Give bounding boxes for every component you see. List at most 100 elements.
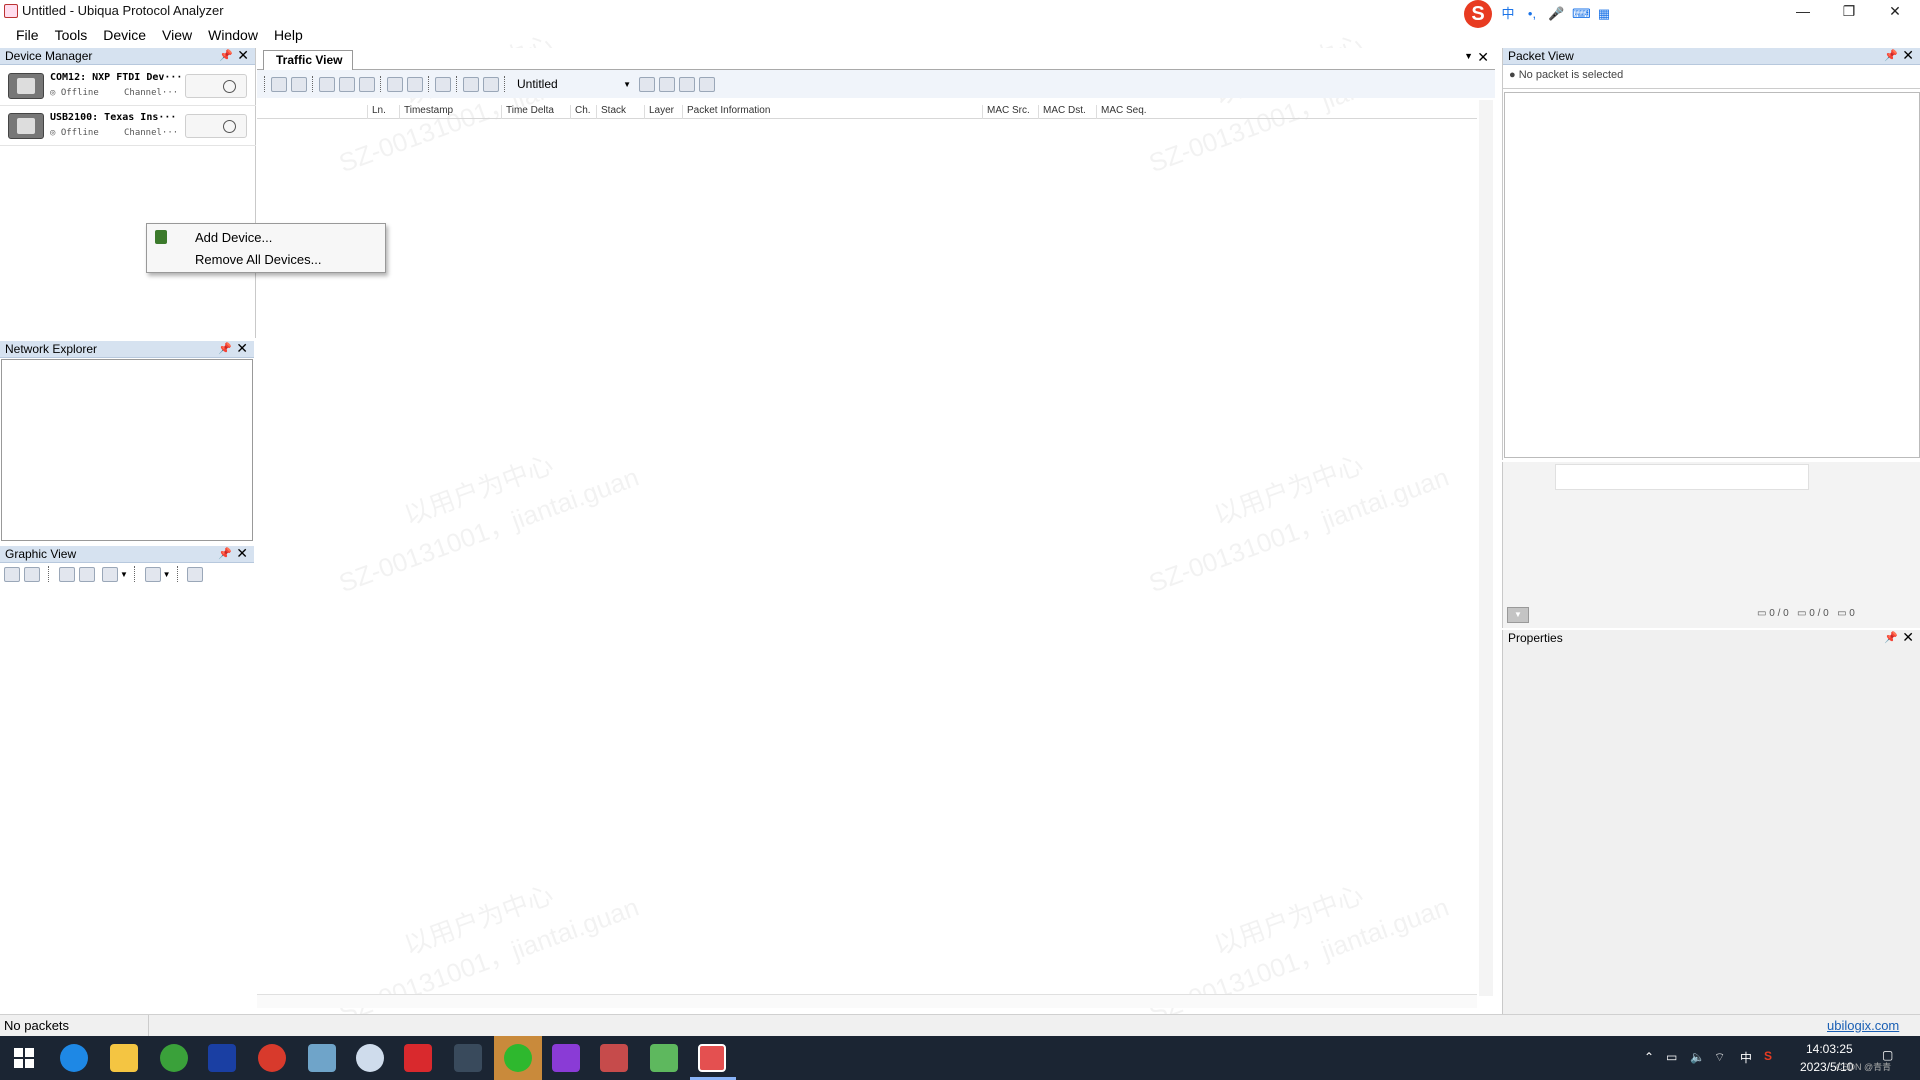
sogou-tray-icon[interactable]: S bbox=[1764, 1049, 1772, 1063]
network-icon[interactable]: ⌔ bbox=[1714, 1050, 1725, 1065]
filter-combo[interactable]: Untitled bbox=[513, 75, 633, 94]
clear-icon[interactable] bbox=[359, 76, 375, 92]
wechat-icon[interactable] bbox=[504, 1044, 532, 1072]
app-red-icon[interactable] bbox=[258, 1044, 286, 1072]
ime-mode-icon[interactable]: 中 bbox=[1500, 6, 1516, 22]
zoom-icon[interactable] bbox=[187, 566, 204, 582]
pin-icon[interactable]: 📌 bbox=[219, 48, 233, 64]
device-row[interactable]: USB2100: Texas Ins··· ◎ Offline Channel·… bbox=[0, 106, 256, 146]
column-header[interactable]: Ch. bbox=[570, 105, 591, 119]
menu-tools[interactable]: Tools bbox=[47, 27, 96, 43]
filter-add-icon[interactable] bbox=[659, 76, 675, 92]
filter-edit-icon[interactable] bbox=[679, 76, 695, 92]
settings-icon[interactable] bbox=[407, 76, 423, 92]
menu-window[interactable]: Window bbox=[200, 27, 266, 43]
menu-file[interactable]: File bbox=[8, 27, 47, 43]
editor-icon[interactable] bbox=[650, 1044, 678, 1072]
decode-options-icon[interactable] bbox=[483, 76, 499, 92]
device-toggle[interactable] bbox=[185, 74, 247, 98]
export-icon[interactable] bbox=[319, 76, 335, 92]
hex-view[interactable] bbox=[1555, 464, 1809, 490]
tree-icon[interactable] bbox=[102, 566, 119, 582]
restore-button[interactable]: ❐ bbox=[1826, 0, 1872, 23]
column-header[interactable]: MAC Dst. bbox=[1038, 105, 1086, 119]
node-icon[interactable] bbox=[78, 566, 95, 582]
column-header[interactable]: Layer bbox=[644, 105, 674, 119]
battery-icon[interactable]: ▭ bbox=[1666, 1050, 1677, 1064]
pin-icon[interactable]: 📌 bbox=[1884, 48, 1898, 64]
mic-icon[interactable]: 🎤 bbox=[1548, 6, 1564, 22]
close-icon[interactable]: ✕ bbox=[236, 340, 248, 356]
windows-start-icon[interactable] bbox=[14, 1048, 34, 1068]
column-header[interactable]: Ln. bbox=[367, 105, 386, 119]
menu-view[interactable]: View bbox=[154, 27, 200, 43]
save-icon[interactable] bbox=[291, 76, 307, 92]
pin-icon[interactable]: 📌 bbox=[1884, 630, 1898, 646]
column-header[interactable]: Stack bbox=[596, 105, 626, 119]
volume-icon[interactable]: 🔈 bbox=[1690, 1050, 1705, 1064]
close-icon[interactable]: ✕ bbox=[1477, 49, 1489, 66]
ime-punct-icon[interactable]: •, bbox=[1524, 6, 1540, 22]
expand-icon[interactable]: ▼ bbox=[1507, 607, 1529, 623]
column-header[interactable]: MAC Src. bbox=[982, 105, 1030, 119]
minimize-button[interactable]: — bbox=[1780, 0, 1826, 23]
panel-title: Properties bbox=[1508, 631, 1563, 645]
browser-icon[interactable] bbox=[160, 1044, 188, 1072]
tab-list-icon[interactable]: ▼ bbox=[1464, 51, 1473, 61]
column-header[interactable]: Packet Information bbox=[682, 105, 770, 119]
keyboard-icon[interactable]: ⌨ bbox=[1572, 6, 1591, 22]
ubiqua-taskbar-icon[interactable] bbox=[698, 1044, 726, 1072]
globe-icon[interactable] bbox=[356, 1044, 384, 1072]
notification-icon[interactable]: ▢ bbox=[1882, 1048, 1893, 1062]
graphic-view-panel: Graphic View 📌 ✕ ▼ ▼ bbox=[0, 545, 254, 586]
pointer-icon[interactable] bbox=[58, 566, 75, 582]
decode-icon[interactable] bbox=[463, 76, 479, 92]
column-header[interactable]: Time Delta bbox=[501, 105, 554, 119]
open-file-icon[interactable] bbox=[271, 76, 287, 92]
display-icon[interactable] bbox=[144, 566, 161, 582]
edge-icon[interactable] bbox=[60, 1044, 88, 1072]
vertical-scrollbar[interactable] bbox=[1479, 100, 1493, 996]
tray-chevron-icon[interactable]: ⌃ bbox=[1644, 1050, 1654, 1064]
menu-help[interactable]: Help bbox=[266, 27, 311, 43]
calculator-icon[interactable] bbox=[454, 1044, 482, 1072]
website-link[interactable]: ubilogix.com bbox=[1827, 1018, 1899, 1033]
open-icon[interactable] bbox=[4, 566, 20, 582]
copy-icon[interactable] bbox=[435, 76, 451, 92]
t-app-icon[interactable] bbox=[552, 1044, 580, 1072]
tab-traffic-view[interactable]: Traffic View bbox=[263, 50, 353, 70]
filter-remove-icon[interactable] bbox=[699, 76, 715, 92]
close-icon[interactable]: ✕ bbox=[237, 47, 249, 63]
horizontal-scrollbar[interactable] bbox=[257, 994, 1477, 1008]
device-toggle[interactable] bbox=[185, 114, 247, 138]
traffic-tab-row: Traffic View ▼ ✕ bbox=[257, 48, 1495, 70]
close-button[interactable]: ✕ bbox=[1872, 0, 1918, 23]
layout-icon[interactable] bbox=[24, 566, 40, 582]
tray-ime[interactable]: 中 bbox=[1740, 1049, 1752, 1066]
ime-apps-icon[interactable]: ▦ bbox=[1596, 6, 1612, 22]
close-icon[interactable]: ✕ bbox=[1902, 629, 1914, 645]
notepad-icon[interactable] bbox=[308, 1044, 336, 1072]
close-icon[interactable]: ✕ bbox=[1902, 47, 1914, 63]
print-icon[interactable] bbox=[339, 76, 355, 92]
network-explorer-canvas[interactable] bbox=[1, 359, 253, 541]
chart-app-icon[interactable] bbox=[600, 1044, 628, 1072]
column-header[interactable]: Timestamp bbox=[399, 105, 453, 119]
clock-time[interactable]: 14:03:25 bbox=[1806, 1042, 1853, 1056]
close-icon[interactable]: ✕ bbox=[236, 545, 248, 561]
file-explorer-icon[interactable] bbox=[110, 1044, 138, 1072]
menu-device[interactable]: Device bbox=[95, 27, 154, 43]
graphic-view-header: Graphic View 📌 ✕ bbox=[0, 545, 254, 563]
flash-app-icon[interactable] bbox=[208, 1044, 236, 1072]
filter-icon[interactable] bbox=[639, 76, 655, 92]
chevron-down-icon[interactable]: ▼ bbox=[163, 570, 171, 579]
device-row[interactable]: COM12: NXP FTDI Dev··· ◎ Offline Channel… bbox=[0, 66, 256, 106]
wps-icon[interactable] bbox=[404, 1044, 432, 1072]
add-device-icon bbox=[155, 230, 167, 244]
pin-icon[interactable]: 📌 bbox=[218, 546, 232, 562]
check-icon[interactable] bbox=[387, 76, 403, 92]
packet-tree[interactable] bbox=[1504, 92, 1920, 458]
column-header[interactable]: MAC Seq. bbox=[1096, 105, 1147, 119]
chevron-down-icon[interactable]: ▼ bbox=[120, 570, 128, 579]
pin-icon[interactable]: 📌 bbox=[218, 341, 232, 357]
